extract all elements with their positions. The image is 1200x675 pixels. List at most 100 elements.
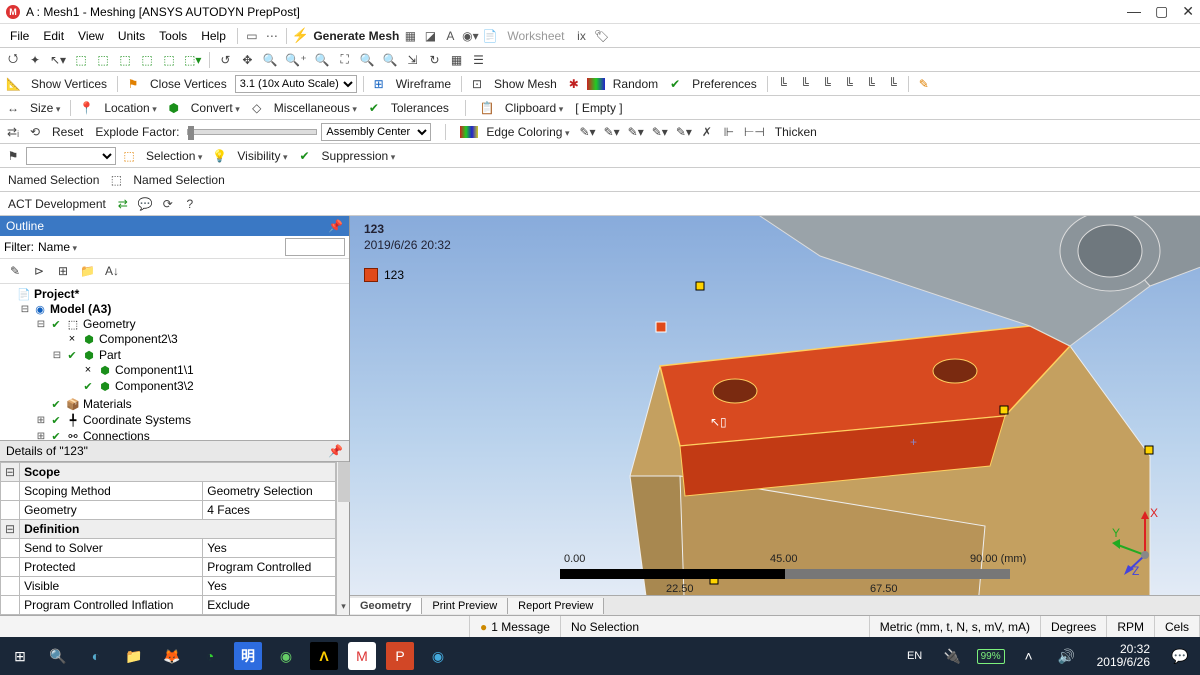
toolbar-icon[interactable]: ⋯ <box>263 27 281 45</box>
app-icon[interactable]: ◔ <box>196 642 224 670</box>
cube-icon[interactable]: ⬚ <box>160 51 178 69</box>
details-value[interactable]: 4 Faces <box>203 501 335 520</box>
details-scrollbar[interactable]: ▴ ▾ <box>336 462 350 615</box>
axis-triad-icon[interactable]: X Y Z <box>1110 505 1180 575</box>
cube-icon[interactable]: ⬚ <box>72 51 90 69</box>
misc-dropdown[interactable]: Miscellaneous <box>270 101 361 115</box>
app-icon[interactable]: 明 <box>234 642 262 670</box>
show-mesh-button[interactable]: Show Mesh <box>490 77 561 91</box>
zoom-icon[interactable]: 🔍 <box>260 51 279 69</box>
file-explorer-icon[interactable]: 📁 <box>120 642 148 670</box>
filter-value[interactable]: Name <box>38 240 77 254</box>
tab-print-preview[interactable]: Print Preview <box>422 598 508 614</box>
toolbar-icon[interactable]: ☰ <box>470 51 488 69</box>
cube-icon[interactable]: ⬚ <box>138 51 156 69</box>
reset-button[interactable]: Reset <box>48 125 87 139</box>
tree-connections[interactable]: Connections <box>83 429 150 440</box>
convert-dropdown[interactable]: Convert <box>187 101 244 115</box>
ansys-icon[interactable]: Λ <box>310 642 338 670</box>
toolbar-icon[interactable]: ix <box>573 27 591 45</box>
axis-icon[interactable]: ╚ <box>862 75 880 93</box>
edge-icon[interactable]: ✎▾ <box>626 123 646 141</box>
act-icon[interactable]: 💬 <box>136 195 155 213</box>
cube-icon[interactable]: ⬚ <box>116 51 134 69</box>
tolerances-button[interactable]: Tolerances <box>387 101 453 115</box>
details-value[interactable]: Geometry Selection <box>203 482 335 501</box>
maximize-button[interactable]: ▢ <box>1155 3 1168 20</box>
zoom-box-icon[interactable]: ⛶ <box>336 51 354 69</box>
menu-help[interactable]: Help <box>195 27 232 45</box>
firefox-icon[interactable]: 🦊 <box>158 642 186 670</box>
tree-component[interactable]: Component1\1 <box>115 363 194 377</box>
explode-slider[interactable] <box>187 129 317 135</box>
menu-file[interactable]: File <box>4 27 35 45</box>
tree-part[interactable]: Part <box>99 348 121 362</box>
powerpoint-icon[interactable]: P <box>386 642 414 670</box>
tree-geometry[interactable]: Geometry <box>83 317 136 331</box>
tab-geometry[interactable]: Geometry <box>350 598 422 614</box>
power-icon[interactable]: 🔌 <box>939 642 967 670</box>
search-icon[interactable]: 🔍 <box>44 642 72 670</box>
details-value[interactable]: Exclude <box>203 596 335 615</box>
toolbar-icon[interactable]: ✦ <box>26 51 44 69</box>
outline-tree[interactable]: 📄Project* ⊟◉Model (A3) ⊟✔⬚Geometry ×⬢Com… <box>0 284 349 440</box>
axis-icon[interactable]: ╚ <box>818 75 836 93</box>
close-button[interactable]: ✕ <box>1182 3 1194 20</box>
tray-chevron-icon[interactable]: ˄ <box>1015 642 1043 670</box>
location-dropdown[interactable]: Location <box>100 101 160 115</box>
tree-component[interactable]: Component3\2 <box>115 379 194 393</box>
suppression-dropdown[interactable]: Suppression <box>318 149 400 163</box>
thicken-button[interactable]: Thicken <box>771 125 821 139</box>
tree-component[interactable]: Component2\3 <box>99 332 178 346</box>
gmail-icon[interactable]: M <box>348 642 376 670</box>
toolbar-icon[interactable]: ▦ <box>448 51 466 69</box>
axis-icon[interactable]: ╚ <box>774 75 792 93</box>
toolbar-icon[interactable]: ⭯ <box>4 51 22 69</box>
toolbar-icon[interactable]: ⇲ <box>404 51 422 69</box>
zoom-icon[interactable]: 🔍⁺ <box>283 51 308 69</box>
edge-icon[interactable]: ✎▾ <box>674 123 694 141</box>
act-icon[interactable]: ⇄ <box>114 195 132 213</box>
toolbar-icon[interactable]: ⇄ᵢ <box>4 123 22 141</box>
toolbar-icon[interactable]: ⚑ <box>4 147 22 165</box>
tree-project[interactable]: Project* <box>34 287 79 301</box>
battery-indicator[interactable]: 99% <box>977 649 1005 664</box>
close-vertices-button[interactable]: Close Vertices <box>146 77 231 91</box>
edge-icon[interactable]: ✗ <box>698 123 716 141</box>
axis-icon[interactable]: ╚ <box>796 75 814 93</box>
menu-edit[interactable]: Edit <box>37 27 70 45</box>
notifications-icon[interactable]: 💬 <box>1166 642 1194 670</box>
app-icon[interactable]: ◉ <box>424 642 452 670</box>
outline-tool-icon[interactable]: 📁 <box>78 262 97 280</box>
preferences-button[interactable]: Preferences <box>688 77 761 91</box>
app-icon[interactable]: ◉ <box>272 642 300 670</box>
pin-icon[interactable]: 📌 <box>328 444 343 458</box>
filter-input[interactable] <box>285 238 345 256</box>
details-value[interactable]: Yes <box>203 539 335 558</box>
edge-icon[interactable]: ✎▾ <box>578 123 598 141</box>
outline-tool-icon[interactable]: ⊳ <box>30 262 48 280</box>
taskbar-clock[interactable]: 20:32 2019/6/26 <box>1091 643 1156 669</box>
edge-icon[interactable]: ✎▾ <box>602 123 622 141</box>
axis-icon[interactable]: ╚ <box>884 75 902 93</box>
pan-icon[interactable]: ✥ <box>238 51 256 69</box>
cube-icon[interactable]: ⬚▾ <box>182 51 203 69</box>
scale-select[interactable]: 3.1 (10x Auto Scale) <box>235 75 357 93</box>
toolbar-icon[interactable]: ↻ <box>426 51 444 69</box>
volume-icon[interactable]: 🔊 <box>1053 642 1081 670</box>
act-icon[interactable]: ⟳ <box>159 195 177 213</box>
toolbar-icon[interactable]: A <box>441 27 459 45</box>
details-value[interactable]: Yes <box>203 577 335 596</box>
toolbar-icon[interactable]: ◪ <box>421 27 439 45</box>
toolbar-icon[interactable]: ▭ <box>243 27 261 45</box>
toolbar-icon[interactable]: 🏷 <box>593 27 611 45</box>
zoom-icon[interactable]: 🔍 <box>381 51 400 69</box>
tree-coord-systems[interactable]: Coordinate Systems <box>83 413 191 427</box>
clipboard-dropdown[interactable]: Clipboard <box>501 101 567 115</box>
cortana-icon[interactable]: ◐ <box>82 642 110 670</box>
toolbar-icon[interactable]: ◉▾ <box>461 27 479 45</box>
menu-units[interactable]: Units <box>112 27 151 45</box>
pin-icon[interactable]: 📌 <box>328 219 343 233</box>
menu-view[interactable]: View <box>72 27 110 45</box>
details-value[interactable]: Program Controlled <box>203 558 335 577</box>
